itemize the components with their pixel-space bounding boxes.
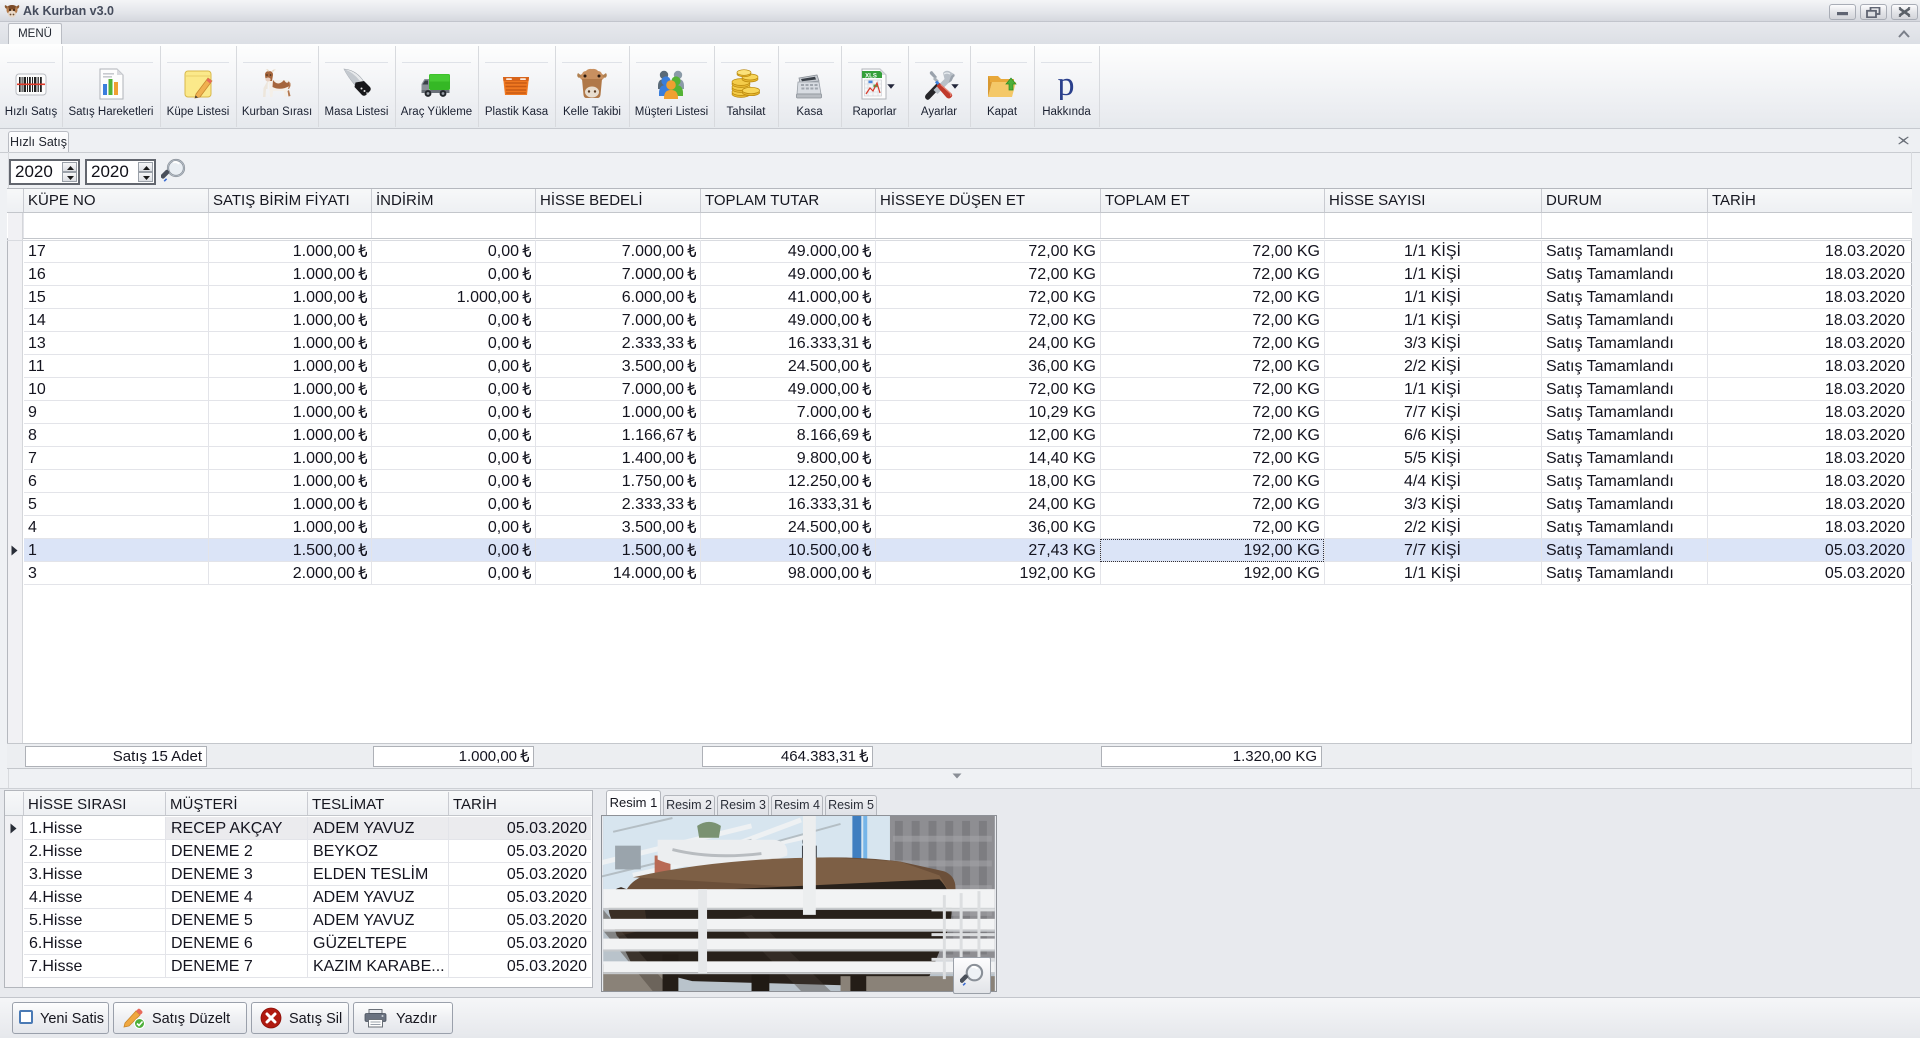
svg-text:p: p bbox=[1058, 68, 1075, 100]
svg-text:XLS: XLS bbox=[865, 73, 877, 79]
